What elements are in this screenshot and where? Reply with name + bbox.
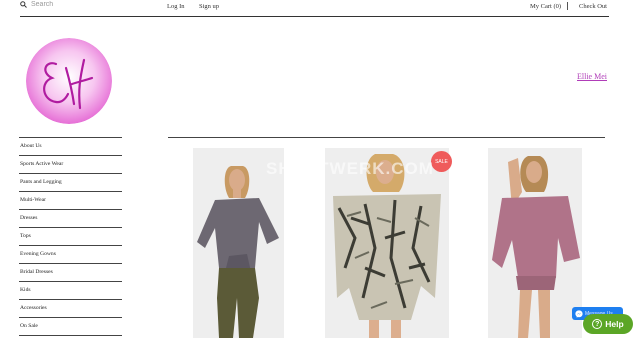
sidebar-item-sports-active-wear[interactable]: Sports Active Wear	[19, 156, 122, 174]
brand-name-link[interactable]: Ellie Mei	[577, 72, 607, 81]
search-box[interactable]	[20, 1, 151, 8]
search-input[interactable]	[31, 1, 151, 8]
sidebar-item-on-sale[interactable]: On Sale	[19, 318, 122, 336]
messenger-icon	[575, 309, 583, 318]
brand-logo[interactable]	[26, 38, 112, 124]
sidebar-item-bridal-dresses[interactable]: Bridal Dresses	[19, 264, 122, 282]
category-sidebar: About Us Sports Active Wear Pants and Le…	[19, 137, 122, 336]
watermark-text: SHOPTWERK.COM	[266, 159, 434, 178]
sidebar-item-multi-wear[interactable]: Multi-Wear	[19, 192, 122, 210]
content-top-rule	[168, 137, 605, 138]
checkout-link[interactable]: Check Out	[579, 3, 607, 10]
login-link[interactable]: Log In	[167, 3, 185, 10]
header-divider	[567, 2, 568, 10]
sidebar-item-kids[interactable]: Kids	[19, 282, 122, 300]
sidebar-item-pants-and-legging[interactable]: Pants and Legging	[19, 174, 122, 192]
cart-link[interactable]: My Cart (0)	[530, 3, 561, 10]
sidebar-item-accessories[interactable]: Accessories	[19, 300, 122, 318]
help-button[interactable]: ? Help	[583, 314, 633, 334]
signup-link[interactable]: Sign up	[199, 3, 219, 10]
header-rule	[20, 16, 609, 17]
sidebar-item-tops[interactable]: Tops	[19, 228, 122, 246]
sidebar-item-about-us[interactable]: About Us	[19, 138, 122, 156]
product-card-3[interactable]	[488, 148, 582, 338]
help-label: Help	[605, 319, 624, 329]
sidebar-item-evening-gowns[interactable]: Evening Gowns	[19, 246, 122, 264]
search-icon	[20, 1, 27, 8]
help-icon: ?	[592, 319, 603, 329]
logo-graphic	[26, 38, 112, 124]
sidebar-item-dresses[interactable]: Dresses	[19, 210, 122, 228]
top-bar: Log In Sign up My Cart (0) Check Out	[0, 0, 640, 14]
product-image-3	[488, 148, 582, 338]
sale-badge: SALE	[431, 151, 452, 172]
